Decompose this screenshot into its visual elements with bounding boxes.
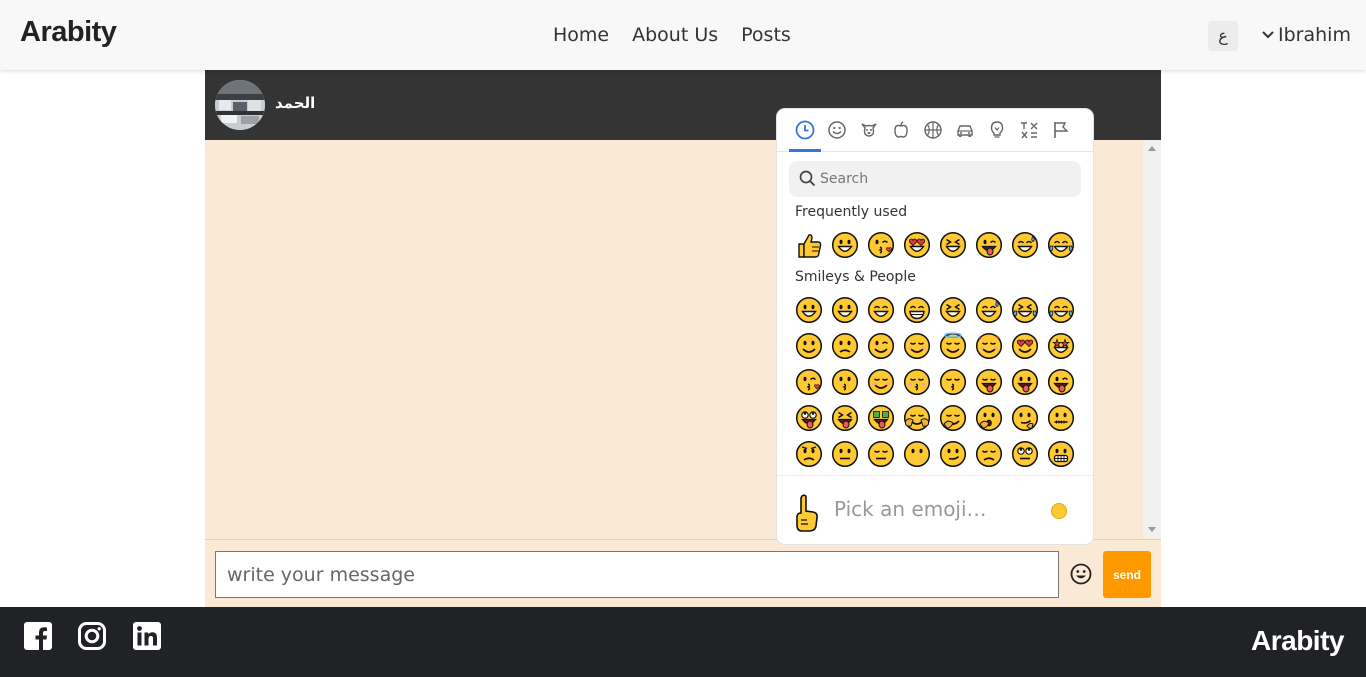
smiley-face-emoji-icon[interactable] [1007,227,1043,263]
emoji-preview-bar: Pick an emoji… [777,475,1093,544]
language-toggle-button[interactable]: ع [1208,21,1238,51]
emoji-row-smileys-1 [791,292,1079,328]
smiley-face-emoji-icon[interactable] [863,436,899,472]
message-composer: send [205,539,1161,607]
smiley-face-emoji-icon[interactable] [899,292,935,328]
messages-scrollbar[interactable] [1143,140,1161,538]
smiley-face-emoji-icon[interactable] [935,227,971,263]
scroll-down-arrow[interactable] [1148,527,1156,532]
smiley-face-emoji-icon[interactable] [1007,328,1043,364]
emoji-row-frequent [791,227,1079,263]
smiley-face-emoji-icon[interactable] [899,364,935,400]
smiley-face-emoji-icon[interactable] [827,227,863,263]
nav-link-posts[interactable]: Posts [741,24,791,46]
smiley-face-emoji-icon[interactable] [971,292,1007,328]
smiley-face-emoji-icon[interactable] [863,292,899,328]
smiley-face-emoji-icon[interactable] [827,328,863,364]
top-navbar: Arabity Home About Us Posts ع Ibrahim [0,0,1366,70]
smiley-face-emoji-icon[interactable] [971,436,1007,472]
emoji-picker-toggle-icon[interactable] [1070,563,1092,585]
chevron-down-icon [1262,31,1274,39]
smiley-face-emoji-icon[interactable] [971,227,1007,263]
smiley-face-emoji-icon[interactable] [827,436,863,472]
smiley-face-emoji-icon[interactable] [1043,227,1079,263]
smiley-face-emoji-icon[interactable] [863,364,899,400]
emoji-search-input[interactable] [789,161,1081,197]
smiley-face-emoji-icon[interactable] [935,328,971,364]
instagram-icon[interactable] [78,622,106,650]
smiley-face-emoji-icon[interactable] [899,227,935,263]
emoji-preview-text: Pick an emoji… [834,497,987,521]
smiley-face-emoji-icon[interactable] [1007,364,1043,400]
smiley-face-emoji-icon[interactable] [935,400,971,436]
brand-logo[interactable]: Arabity [20,16,117,49]
smiley-face-emoji-icon[interactable] [1043,328,1079,364]
nav-links: Home About Us Posts [553,24,791,46]
travel-icon[interactable] [954,119,976,141]
smiley-face-emoji-icon[interactable] [863,227,899,263]
smiley-face-emoji-icon[interactable] [827,364,863,400]
smiley-face-emoji-icon[interactable] [971,364,1007,400]
smiley-face-emoji-icon[interactable] [827,400,863,436]
thumbs-up-emoji-icon[interactable] [791,227,827,263]
smiley-face-emoji-icon[interactable] [971,400,1007,436]
contact-avatar[interactable] [215,80,265,130]
user-menu-dropdown[interactable]: Ibrahim [1262,24,1351,46]
pointing-up-hand-icon [796,494,818,532]
symbols-icon[interactable] [1018,119,1040,141]
smiley-face-emoji-icon[interactable] [863,328,899,364]
nav-link-home[interactable]: Home [553,24,609,46]
smiley-face-emoji-icon[interactable] [1043,292,1079,328]
section-label-frequently-used: Frequently used [795,204,908,220]
emoji-row-smileys-5 [791,436,1079,472]
emoji-row-smileys-4 [791,400,1079,436]
smiley-face-emoji-icon[interactable] [899,400,935,436]
animal-icon[interactable] [858,119,880,141]
linkedin-icon[interactable] [133,622,161,650]
user-name: Ibrahim [1278,24,1351,46]
smiley-face-emoji-icon[interactable] [899,436,935,472]
contact-name: الحمد [275,94,316,112]
nav-link-about-us[interactable]: About Us [632,24,718,46]
emoji-category-tabs [777,109,1093,152]
smiley-icon[interactable] [826,119,848,141]
skin-tone-selector[interactable] [1051,503,1067,519]
smiley-face-emoji-icon[interactable] [791,400,827,436]
active-tab-indicator [789,149,821,152]
smiley-face-emoji-icon[interactable] [863,400,899,436]
clock-icon[interactable] [794,119,816,141]
smiley-face-emoji-icon[interactable] [899,328,935,364]
scroll-up-arrow[interactable] [1148,146,1156,151]
smiley-face-emoji-icon[interactable] [935,364,971,400]
send-button[interactable]: send [1103,551,1151,598]
objects-icon[interactable] [986,119,1008,141]
flags-icon[interactable] [1050,119,1072,141]
emoji-picker: Frequently used Smileys & People Pick an… [777,109,1093,544]
smiley-face-emoji-icon[interactable] [1043,400,1079,436]
smiley-face-emoji-icon[interactable] [791,436,827,472]
site-footer: Arabity [0,607,1366,677]
message-input[interactable] [215,551,1059,598]
section-label-smileys-people: Smileys & People [795,269,916,285]
food-icon[interactable] [890,119,912,141]
emoji-row-smileys-2 [791,328,1079,364]
facebook-icon[interactable] [24,622,52,650]
smiley-face-emoji-icon[interactable] [827,292,863,328]
smiley-face-emoji-icon[interactable] [935,436,971,472]
smiley-face-emoji-icon[interactable] [1043,436,1079,472]
activity-icon[interactable] [922,119,944,141]
smiley-face-emoji-icon[interactable] [791,292,827,328]
smiley-face-emoji-icon[interactable] [1007,400,1043,436]
smiley-face-emoji-icon[interactable] [1007,436,1043,472]
smiley-face-emoji-icon[interactable] [935,292,971,328]
search-icon [799,170,816,187]
smiley-face-emoji-icon[interactable] [971,328,1007,364]
smiley-face-emoji-icon[interactable] [791,328,827,364]
smiley-face-emoji-icon[interactable] [1007,292,1043,328]
footer-brand-logo: Arabity [1251,625,1344,656]
emoji-row-smileys-3 [791,364,1079,400]
smiley-face-emoji-icon[interactable] [791,364,827,400]
smiley-face-emoji-icon[interactable] [1043,364,1079,400]
